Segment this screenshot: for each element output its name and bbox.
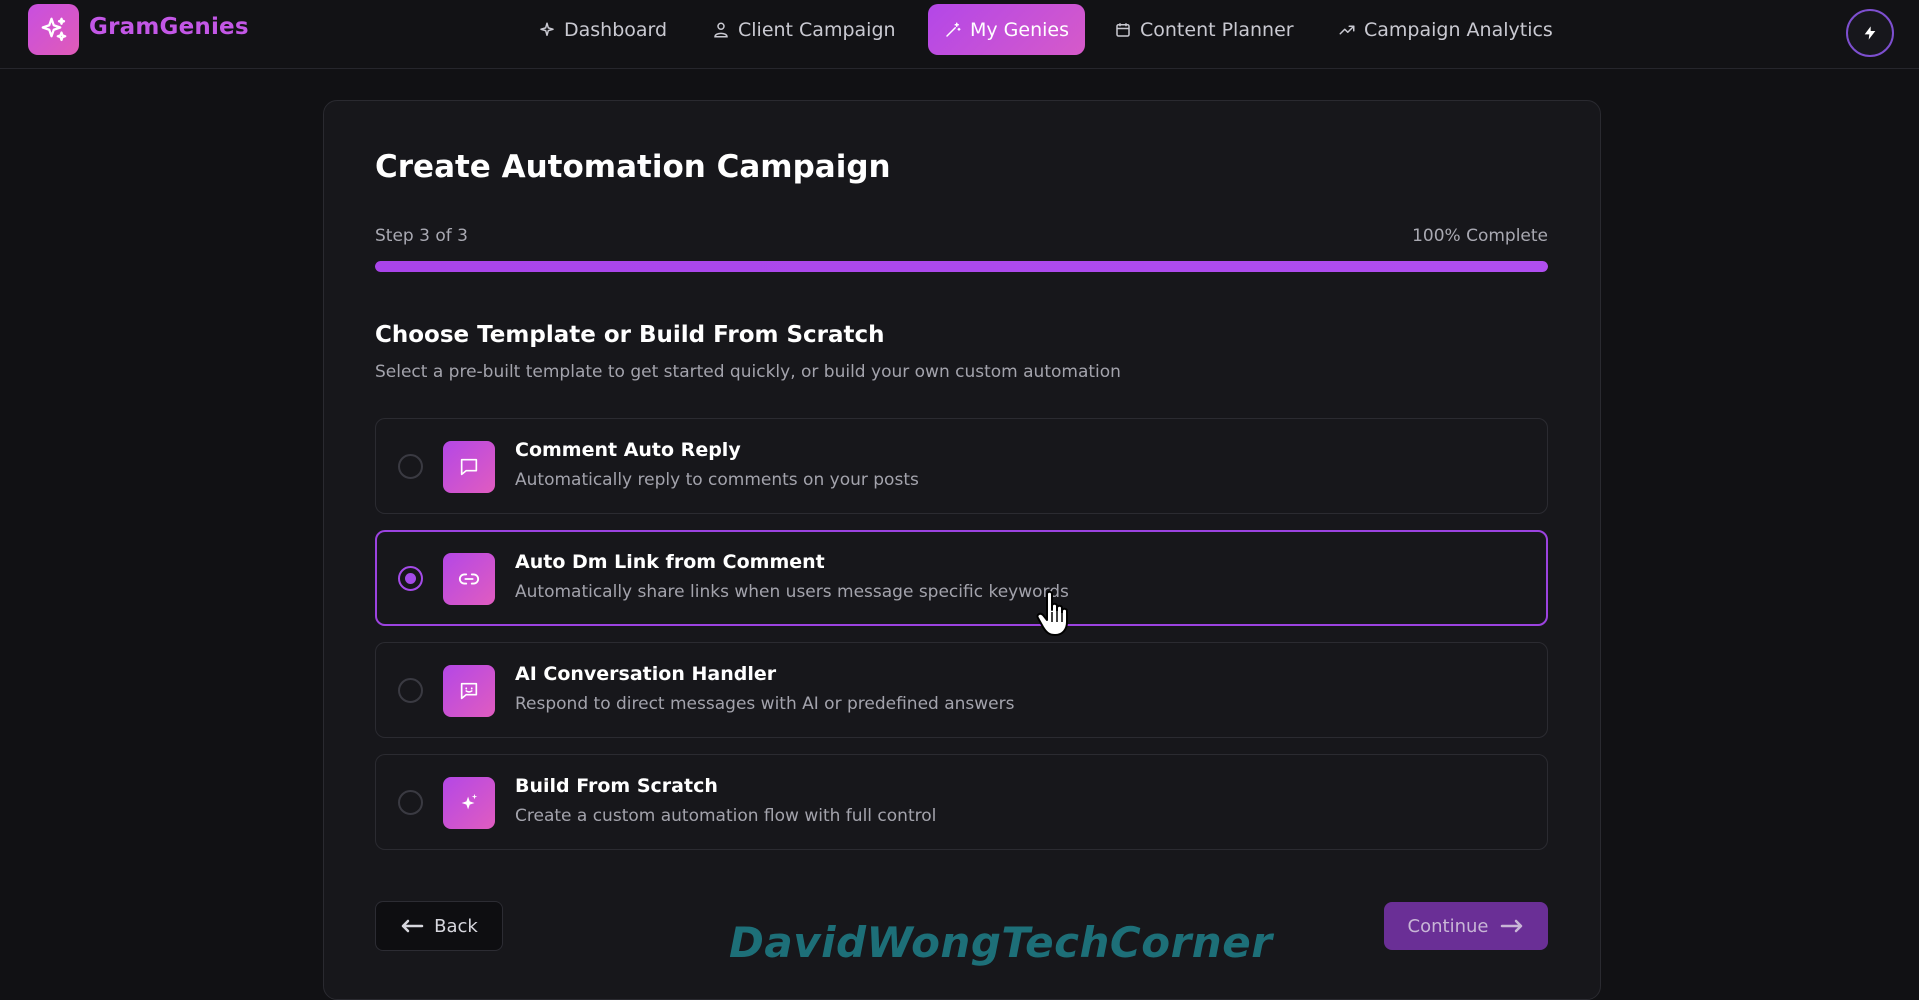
- magic-wand-icon: [946, 22, 961, 37]
- radio-button[interactable]: [398, 790, 423, 815]
- section-subtitle: Select a pre-built template to get start…: [375, 362, 1121, 382]
- brand-name[interactable]: GramGenies: [89, 14, 249, 40]
- nav-label: My Genies: [970, 18, 1069, 41]
- template-option-build-from-scratch[interactable]: Build From Scratch Create a custom autom…: [375, 754, 1548, 850]
- nav-item-campaign-analytics[interactable]: Campaign Analytics: [1322, 4, 1569, 55]
- option-icon-box: [443, 553, 495, 605]
- calendar-icon: [1116, 22, 1130, 37]
- nav-item-dashboard[interactable]: Dashboard: [522, 4, 683, 55]
- link-icon: [458, 573, 480, 585]
- brand-logo[interactable]: [28, 4, 79, 55]
- page-title: Create Automation Campaign: [375, 149, 891, 185]
- nav-label: Client Campaign: [738, 18, 896, 41]
- nav-item-content-planner[interactable]: Content Planner: [1098, 4, 1310, 55]
- template-option-comment-auto-reply[interactable]: Comment Auto Reply Automatically reply t…: [375, 418, 1548, 514]
- progress-bar: [375, 261, 1548, 272]
- step-indicator: Step 3 of 3: [375, 226, 468, 246]
- top-nav-bar: GramGenies Dashboard Client Campaign My …: [0, 0, 1919, 69]
- nav-item-client-campaign[interactable]: Client Campaign: [696, 4, 912, 55]
- radio-selected-dot: [405, 573, 416, 584]
- sparkle-icon: [540, 22, 554, 36]
- lightning-bolt-icon: [1864, 26, 1876, 40]
- chat-bubble-icon: [460, 458, 478, 476]
- sparkles-icon: [461, 793, 478, 810]
- user-icon: [714, 22, 728, 37]
- lightning-action-button[interactable]: [1846, 9, 1894, 57]
- message-smile-icon: [460, 682, 478, 700]
- sparkle-logo-icon: [41, 17, 66, 41]
- template-option-auto-dm-link[interactable]: Auto Dm Link from Comment Automatically …: [375, 530, 1548, 626]
- progress-fill: [375, 261, 1548, 272]
- arrow-right-icon: [1501, 919, 1523, 933]
- radio-button[interactable]: [398, 678, 423, 703]
- nav-item-my-genies[interactable]: My Genies: [928, 4, 1085, 55]
- option-description: Respond to direct messages with AI or pr…: [515, 694, 1015, 714]
- back-button[interactable]: Back: [375, 901, 503, 951]
- watermark: DavidWongTechCorner: [729, 918, 1273, 967]
- template-option-ai-conversation-handler[interactable]: AI Conversation Handler Respond to direc…: [375, 642, 1548, 738]
- nav-label: Campaign Analytics: [1364, 18, 1553, 41]
- trend-icon: [1339, 25, 1355, 34]
- section-title: Choose Template or Build From Scratch: [375, 322, 885, 348]
- option-description: Automatically reply to comments on your …: [515, 470, 919, 490]
- option-title: Auto Dm Link from Comment: [515, 551, 825, 573]
- nav-label: Content Planner: [1140, 18, 1294, 41]
- option-title: AI Conversation Handler: [515, 663, 777, 685]
- option-icon-box: [443, 665, 495, 717]
- option-description: Create a custom automation flow with ful…: [515, 806, 937, 826]
- option-title: Build From Scratch: [515, 775, 718, 797]
- progress-percent-label: 100% Complete: [1412, 226, 1548, 246]
- option-description: Automatically share links when users mes…: [515, 582, 1069, 602]
- back-label: Back: [434, 915, 478, 937]
- continue-button[interactable]: Continue: [1384, 902, 1548, 950]
- continue-label: Continue: [1407, 915, 1489, 937]
- nav-label: Dashboard: [564, 18, 668, 41]
- option-icon-box: [443, 777, 495, 829]
- radio-button[interactable]: [398, 454, 423, 479]
- option-icon-box: [443, 441, 495, 493]
- arrow-left-icon: [401, 919, 424, 933]
- hand-cursor-icon: [1035, 590, 1075, 642]
- radio-button-selected[interactable]: [398, 566, 423, 591]
- option-title: Comment Auto Reply: [515, 439, 741, 461]
